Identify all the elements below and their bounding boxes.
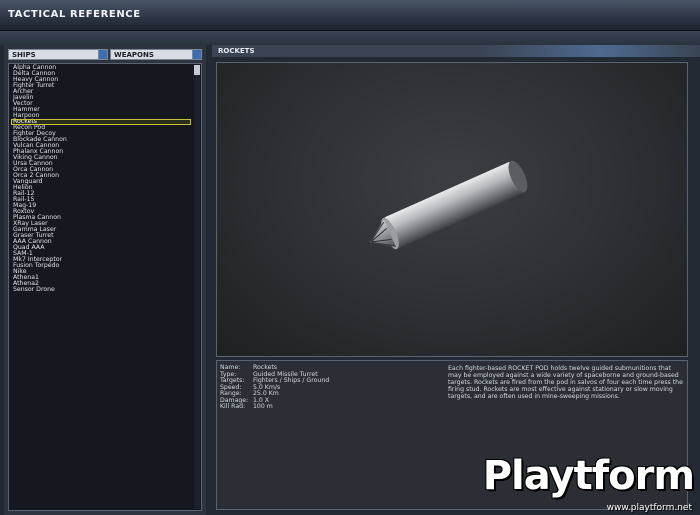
viewer-title: ROCKETS: [218, 47, 255, 55]
weapon-list[interactable]: Alpha Cannon Delta Cannon Heavy Cannon Figh…: [8, 63, 202, 511]
stat-value: 100 m: [253, 403, 273, 410]
title-bar: TACTICAL REFERENCE: [0, 0, 700, 31]
weapon-stats: Name: Rockets Type: Guided Missile Turret Ta…: [220, 364, 440, 411]
watermark-brand: Playtform: [482, 453, 695, 499]
weapons-dropdown[interactable]: WEAPONS: [110, 49, 202, 60]
stat-key: Kill Rad:: [220, 403, 246, 410]
rocket-model-image: [369, 160, 528, 250]
header-band: [0, 31, 700, 45]
model-viewport[interactable]: [216, 62, 688, 357]
ships-dropdown-label: SHIPS: [12, 51, 36, 59]
stat-row: Kill Rad: 100 m: [220, 403, 440, 411]
left-panel: SHIPS WEAPONS Alpha Cannon Delta Cannon He…: [4, 45, 206, 515]
window-title: TACTICAL REFERENCE: [8, 9, 141, 20]
list-scrollbar[interactable]: [194, 65, 200, 509]
weapon-list-items: Alpha Cannon Delta Cannon Heavy Cannon Figh…: [9, 64, 201, 293]
watermark-logo: Playtform www.playtform.net: [483, 453, 696, 513]
weapon-description: Each fighter-based ROCKET POD holds twel…: [448, 365, 683, 400]
dropdown-arrow-icon[interactable]: [98, 50, 107, 59]
weapons-dropdown-label: WEAPONS: [114, 51, 154, 59]
dropdown-arrow-icon[interactable]: [192, 50, 201, 59]
scrollbar-thumb[interactable]: [194, 65, 200, 75]
list-item[interactable]: Sensor Drone: [11, 286, 201, 293]
ships-dropdown[interactable]: SHIPS: [8, 49, 108, 60]
viewer-header: ROCKETS: [212, 45, 700, 57]
watermark-url: www.playtform.net: [606, 503, 692, 513]
